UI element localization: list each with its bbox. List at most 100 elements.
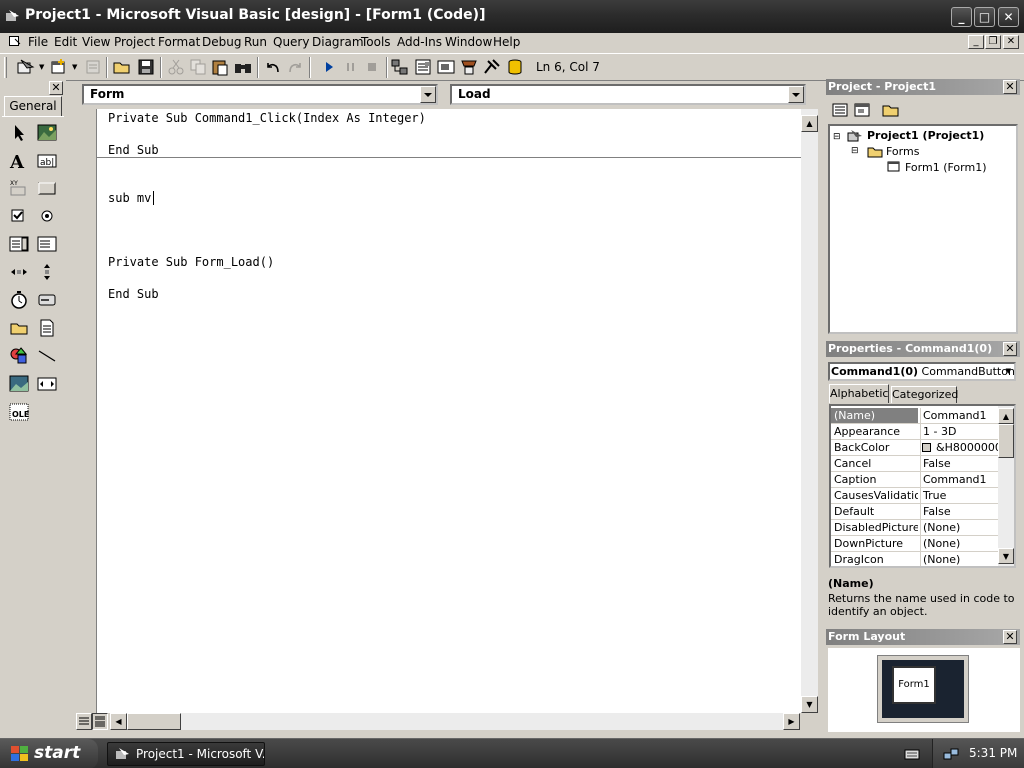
horizontal-scroll-thumb[interactable] <box>127 713 181 730</box>
label-tool-icon[interactable]: A <box>8 150 30 172</box>
code-line[interactable]: End Sub <box>108 143 159 157</box>
property-row[interactable]: Default False <box>831 504 998 520</box>
menu-window[interactable]: Window <box>445 35 492 49</box>
menu-query[interactable]: Query <box>273 35 309 49</box>
property-value[interactable]: False <box>920 504 998 519</box>
property-value[interactable]: &H8000000F <box>920 440 998 455</box>
collapse-icon[interactable]: ⊟ <box>851 146 859 156</box>
cut-icon[interactable] <box>166 58 186 76</box>
break-icon[interactable] <box>341 58 361 76</box>
tree-item-forms[interactable]: Forms <box>886 145 919 158</box>
property-row[interactable]: (Name) Command1 <box>831 408 998 424</box>
property-row[interactable]: Caption Command1 <box>831 472 998 488</box>
find-binoculars-icon[interactable] <box>233 58 253 76</box>
menu-project[interactable]: Project <box>114 35 155 49</box>
optionbutton-tool-icon[interactable] <box>36 205 58 227</box>
tree-item-form1[interactable]: Form1 (Form1) <box>905 161 987 174</box>
mdi-close-button[interactable]: ✕ <box>1003 35 1019 49</box>
redo-icon[interactable] <box>285 58 305 76</box>
listbox-tool-icon[interactable] <box>36 233 58 255</box>
property-row[interactable]: Cancel False <box>831 456 998 472</box>
scroll-left-button[interactable]: ◀ <box>110 713 127 730</box>
property-row[interactable]: DragIcon (None) <box>831 552 998 566</box>
code-line[interactable]: Private Sub Form_Load() <box>108 255 274 269</box>
properties-close-button[interactable]: ✕ <box>1003 342 1017 356</box>
property-scrollbar[interactable]: ▲ ▼ <box>998 406 1014 566</box>
object-combo-dropdown[interactable] <box>420 86 436 103</box>
start-button[interactable]: start <box>0 739 98 768</box>
tree-item-project[interactable]: Project1 (Project1) <box>867 129 984 142</box>
save-icon[interactable] <box>136 58 156 76</box>
menu-editor-icon[interactable] <box>83 58 103 76</box>
procedure-view-button[interactable] <box>76 713 92 730</box>
toggle-folders-icon[interactable] <box>881 101 901 119</box>
code-line[interactable]: End Sub <box>108 287 159 301</box>
property-value[interactable]: (None) <box>920 552 998 566</box>
toolbox-tab-general[interactable]: General <box>4 96 62 116</box>
add-project-icon[interactable] <box>16 58 36 76</box>
procedure-combo-dropdown[interactable] <box>788 86 804 103</box>
vscrollbar-tool-icon[interactable] <box>36 261 58 283</box>
menu-tools[interactable]: Tools <box>361 35 391 49</box>
mdi-restore-button[interactable]: ❐ <box>985 35 1001 49</box>
paste-icon[interactable] <box>210 58 230 76</box>
property-row[interactable]: CausesValidation True <box>831 488 998 504</box>
project-close-button[interactable]: ✕ <box>1003 80 1017 94</box>
menu-diagram[interactable]: Diagram <box>312 35 364 49</box>
line-tool-icon[interactable] <box>36 345 58 367</box>
menu-debug[interactable]: Debug <box>202 35 241 49</box>
property-value[interactable]: False <box>920 456 998 471</box>
dirlistbox-tool-icon[interactable] <box>8 317 30 339</box>
menu-format[interactable]: Format <box>158 35 200 49</box>
start-run-icon[interactable] <box>319 58 339 76</box>
toolbox-close-button[interactable]: ✕ <box>49 81 63 95</box>
property-value[interactable]: Command1 <box>920 408 998 423</box>
textbox-tool-icon[interactable]: ab| <box>36 150 58 172</box>
keyboard-icon[interactable] <box>904 747 920 761</box>
menu-view[interactable]: View <box>82 35 110 49</box>
image-tool-icon[interactable] <box>8 373 30 395</box>
property-row[interactable]: DownPicture (None) <box>831 536 998 552</box>
scroll-up-button[interactable]: ▲ <box>998 408 1014 424</box>
properties-panel-title[interactable]: Properties - Command1(0) <box>826 341 1020 357</box>
full-module-view-button[interactable] <box>92 713 108 730</box>
add-form-dropdown-icon[interactable]: ▼ <box>72 63 77 71</box>
copy-icon[interactable] <box>188 58 208 76</box>
menu-help[interactable]: Help <box>493 35 520 49</box>
procedure-combo[interactable]: Load <box>450 84 806 105</box>
code-window-icon[interactable] <box>9 36 21 47</box>
form-layout-close-button[interactable]: ✕ <box>1003 630 1017 644</box>
property-value[interactable]: (None) <box>920 536 998 551</box>
ole-tool-icon[interactable]: OLE <box>8 401 30 423</box>
tab-alphabetic[interactable]: Alphabetic <box>829 384 889 403</box>
hscrollbar-tool-icon[interactable] <box>8 261 30 283</box>
menu-add-ins[interactable]: Add-Ins <box>397 35 442 49</box>
maximize-button[interactable]: □ <box>974 7 995 27</box>
scroll-right-button[interactable]: ▶ <box>783 713 800 730</box>
form-layout-panel-title[interactable]: Form Layout <box>826 629 1020 645</box>
menu-file[interactable]: File <box>28 35 48 49</box>
scroll-up-button[interactable]: ▲ <box>801 115 818 132</box>
view-object-icon[interactable] <box>852 101 872 119</box>
property-value[interactable]: Command1 <box>920 472 998 487</box>
property-value[interactable]: (None) <box>920 520 998 535</box>
property-scroll-thumb[interactable] <box>998 424 1014 458</box>
drivelistbox-tool-icon[interactable] <box>36 289 58 311</box>
scroll-down-button[interactable]: ▼ <box>801 696 818 713</box>
checkbox-tool-icon[interactable] <box>8 205 30 227</box>
view-code-icon[interactable] <box>830 101 850 119</box>
code-editor[interactable]: Private Sub Command1_Click(Index As Inte… <box>96 109 801 713</box>
undo-icon[interactable] <box>263 58 283 76</box>
data-control-tool-icon[interactable] <box>36 373 58 395</box>
close-button[interactable]: ✕ <box>998 7 1019 27</box>
end-stop-icon[interactable] <box>363 58 383 76</box>
minimize-button[interactable]: _ <box>951 7 972 27</box>
filelistbox-tool-icon[interactable] <box>36 317 58 339</box>
project-explorer-icon[interactable] <box>390 58 410 76</box>
property-row[interactable]: Appearance 1 - 3D <box>831 424 998 440</box>
toolbox-icon[interactable] <box>482 58 502 76</box>
property-row[interactable]: DisabledPicture (None) <box>831 520 998 536</box>
add-project-dropdown-icon[interactable]: ▼ <box>39 63 44 71</box>
code-line[interactable]: sub mv <box>108 191 151 205</box>
combobox-tool-icon[interactable] <box>8 233 30 255</box>
